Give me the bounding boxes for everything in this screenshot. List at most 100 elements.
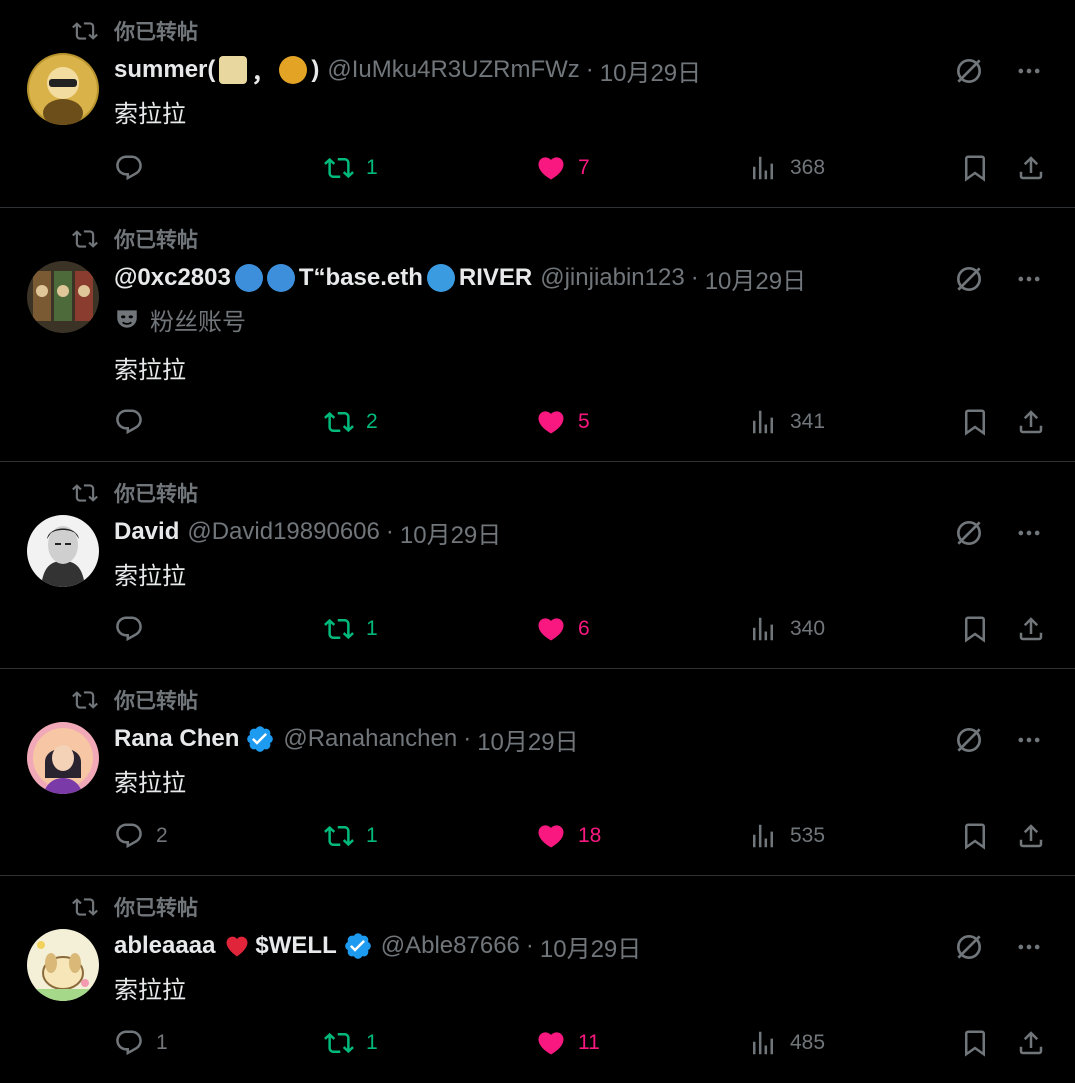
view-count: 535 [790, 824, 826, 847]
post-top-icons [953, 724, 1043, 756]
repost-count: 1 [366, 1031, 378, 1054]
wave-emoji-icon [426, 264, 455, 292]
post-item[interactable]: 你已转帖 summer( ， ) @IuMku4R3UZRmFWz · 10月2… [0, 0, 1075, 208]
reply-button[interactable] [114, 148, 156, 188]
repost-indicator: 你已转帖 [72, 480, 198, 506]
share-button[interactable] [1016, 148, 1046, 188]
reply-button[interactable] [114, 609, 156, 649]
account-label: 粉丝账号 [114, 302, 246, 336]
bookmark-button[interactable] [960, 402, 990, 442]
views-button[interactable]: 340 [748, 609, 825, 649]
reply-button[interactable] [114, 402, 156, 442]
reply-icon [114, 1028, 144, 1058]
more-options-icon[interactable] [1015, 265, 1043, 293]
post-top-icons [953, 263, 1043, 295]
reply-button[interactable]: 1 [114, 1023, 168, 1063]
post-date[interactable]: 10月29日 [477, 722, 578, 757]
display-name[interactable]: @0xc2803 T“base.eth RIVER [114, 264, 532, 292]
avatar[interactable] [27, 515, 99, 587]
views-button[interactable]: 485 [748, 1023, 825, 1063]
post-text: 索拉拉 [114, 977, 186, 1004]
more-options-icon[interactable] [1015, 57, 1043, 85]
repost-icon [72, 18, 98, 44]
repost-label: 你已转帖 [114, 690, 198, 713]
separator: · [385, 518, 394, 545]
repost-button[interactable]: 1 [324, 816, 378, 856]
action-bar: 2 5 341 [114, 402, 1047, 442]
repost-count: 2 [366, 410, 378, 433]
grok-icon[interactable] [953, 517, 985, 549]
reply-count: 2 [156, 824, 168, 847]
like-button[interactable]: 7 [536, 148, 590, 188]
user-handle[interactable]: @jinjiabin123 [540, 264, 684, 292]
post-date[interactable]: 10月29日 [705, 261, 806, 296]
views-button[interactable]: 341 [748, 402, 825, 442]
verified-badge-icon [245, 724, 275, 754]
post-top-icons [953, 931, 1043, 963]
display-name[interactable]: Rana Chen [114, 725, 239, 753]
user-handle[interactable]: @David19890606 [187, 518, 380, 546]
share-button[interactable] [1016, 402, 1046, 442]
bookmark-button[interactable] [960, 148, 990, 188]
view-count: 485 [790, 1031, 826, 1054]
share-icon [1016, 407, 1046, 437]
more-options-icon[interactable] [1015, 726, 1043, 754]
avatar[interactable] [27, 929, 99, 1001]
grok-icon[interactable] [953, 724, 985, 756]
avatar[interactable] [27, 53, 99, 125]
share-button[interactable] [1016, 816, 1046, 856]
verified-badge-icon [343, 931, 373, 961]
like-button[interactable]: 5 [536, 402, 590, 442]
post-item[interactable]: 你已转帖 ableaaaa $WELL @Able87666 · 10月29日 … [0, 876, 1075, 1083]
post-date[interactable]: 10月29日 [600, 53, 701, 88]
grok-icon[interactable] [953, 55, 985, 87]
like-button[interactable]: 11 [536, 1023, 600, 1063]
avatar[interactable] [27, 261, 99, 333]
user-handle[interactable]: @Able87666 [381, 932, 520, 960]
heart-icon [536, 614, 566, 644]
repost-button[interactable]: 1 [324, 148, 378, 188]
action-bar: 1 7 368 [114, 148, 1047, 188]
post-header: summer( ， ) @IuMku4R3UZRmFWz · 10月29日 [114, 52, 701, 88]
avatar[interactable] [27, 722, 99, 794]
bookmark-icon [960, 614, 990, 644]
grok-icon[interactable] [953, 263, 985, 295]
display-name[interactable]: summer( ， ) [114, 53, 319, 88]
repost-button[interactable]: 1 [324, 609, 378, 649]
display-name[interactable]: ableaaaa $WELL [114, 932, 337, 960]
like-button[interactable]: 18 [536, 816, 601, 856]
view-count: 368 [790, 156, 826, 179]
views-button[interactable]: 535 [748, 816, 825, 856]
user-handle[interactable]: @Ranahanchen [283, 725, 457, 753]
post-item[interactable]: 你已转帖 Rana Chen @Ranahanchen · 10月29日 索拉拉… [0, 669, 1075, 876]
more-options-icon[interactable] [1015, 519, 1043, 547]
post-date[interactable]: 10月29日 [540, 929, 641, 964]
repost-label: 你已转帖 [114, 229, 198, 252]
share-button[interactable] [1016, 609, 1046, 649]
heart-icon [536, 407, 566, 437]
heart-icon [536, 1028, 566, 1058]
m-circle-emoji-icon [234, 264, 263, 292]
like-count: 6 [578, 617, 590, 640]
post-text: 索拉拉 [114, 563, 186, 590]
views-button[interactable]: 368 [748, 148, 825, 188]
bookmark-button[interactable] [960, 1023, 990, 1063]
bookmark-button[interactable] [960, 609, 990, 649]
post-item[interactable]: 你已转帖 @0xc2803 T“base.eth RIVER @jinjiabi… [0, 208, 1075, 462]
share-button[interactable] [1016, 1023, 1046, 1063]
grok-icon[interactable] [953, 931, 985, 963]
reply-button[interactable]: 2 [114, 816, 168, 856]
like-button[interactable]: 6 [536, 609, 590, 649]
share-icon [1016, 1028, 1046, 1058]
display-name[interactable]: David [114, 518, 179, 546]
user-handle[interactable]: @IuMku4R3UZRmFWz [327, 56, 579, 84]
repost-button[interactable]: 2 [324, 402, 378, 442]
view-count: 340 [790, 617, 826, 640]
m-circle-emoji-icon [266, 264, 295, 292]
repost-icon [72, 226, 98, 252]
post-item[interactable]: 你已转帖 David @David19890606 · 10月29日 索拉拉 1… [0, 462, 1075, 669]
more-options-icon[interactable] [1015, 933, 1043, 961]
bookmark-button[interactable] [960, 816, 990, 856]
repost-button[interactable]: 1 [324, 1023, 378, 1063]
post-date[interactable]: 10月29日 [400, 515, 501, 550]
